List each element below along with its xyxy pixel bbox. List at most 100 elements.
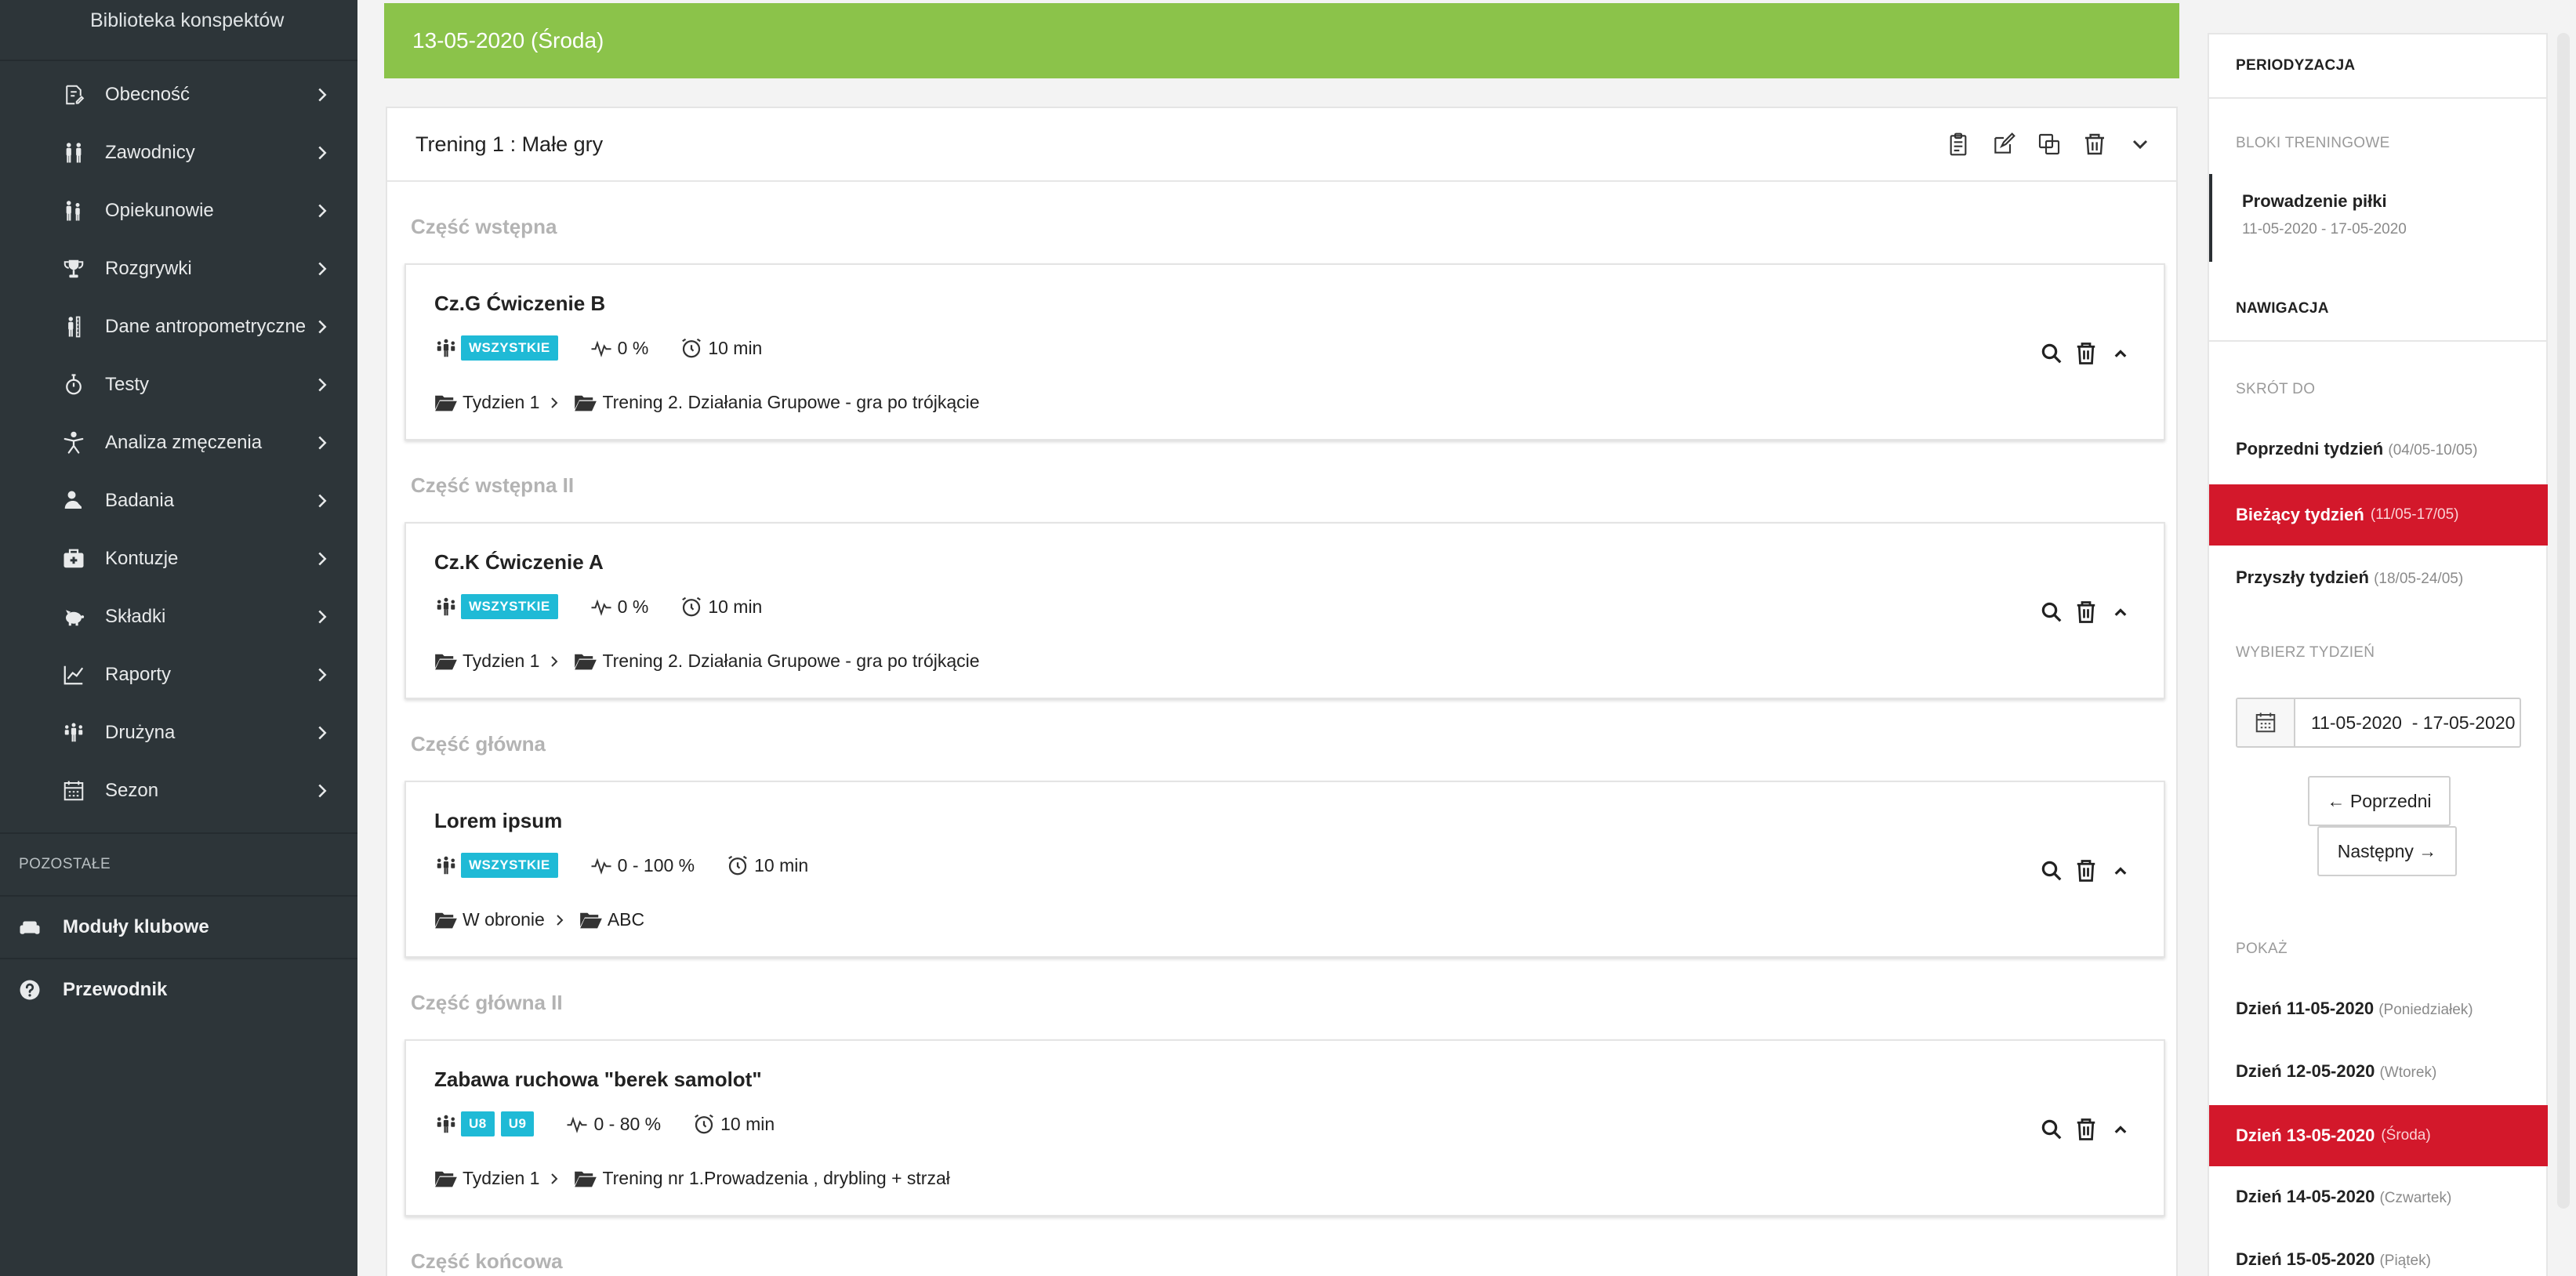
path-folder[interactable]: Trening nr 1.Prowadzenia , drybling + st… xyxy=(602,1168,949,1189)
training-title: Trening 1 : Małe gry xyxy=(415,132,604,156)
intensity-value: 0 % xyxy=(617,337,649,358)
anthropometry-icon xyxy=(60,313,88,341)
path-folder[interactable]: ABC xyxy=(608,909,644,930)
chevron-up-icon[interactable] xyxy=(2109,342,2132,365)
sidebar-item-guide[interactable]: Przewodnik xyxy=(0,958,357,1020)
chevron-up-icon[interactable] xyxy=(2109,1118,2132,1141)
exercise-path: W obronie ABC xyxy=(434,909,644,930)
chevron-right-icon xyxy=(551,655,558,667)
copy-icon[interactable] xyxy=(2037,132,2062,157)
chevron-right-icon xyxy=(318,726,327,740)
next-week-range: (18/05-24/05) xyxy=(2374,571,2464,587)
day-link[interactable]: Dzień 12-05-2020 (Wtorek) xyxy=(2236,1061,2436,1082)
sidebar-item-obecnosc[interactable]: Obecność xyxy=(0,66,357,124)
sidebar-item-label: Moduły klubowe xyxy=(63,916,209,937)
sidebar-item-club-modules[interactable]: Moduły klubowe xyxy=(0,895,357,958)
next-week-link[interactable]: Przyszły tydzień (18/05-24/05) xyxy=(2236,567,2463,588)
day-link[interactable]: Dzień 14-05-2020 (Czwartek) xyxy=(2236,1187,2451,1207)
sidebar-item-raporty[interactable]: Raporty xyxy=(0,646,357,704)
sidebar-item-analiza-zmeczenia[interactable]: Analiza zmęczenia xyxy=(0,414,357,472)
sidebar-item-druzyna[interactable]: Drużyna xyxy=(0,704,357,762)
section-title: Część wstępna xyxy=(411,215,557,238)
section-title: Część wstępna II xyxy=(411,473,575,497)
sidebar-item-opiekunowie[interactable]: Opiekunowie xyxy=(0,182,357,240)
clipboard-icon[interactable] xyxy=(1946,132,1971,157)
duration-value: 10 min xyxy=(754,854,809,875)
sidebar-item-zawodnicy[interactable]: Zawodnicy xyxy=(0,124,357,182)
search-icon[interactable] xyxy=(2040,859,2063,883)
prev-week-button[interactable]: ← Poprzedni xyxy=(2308,776,2451,826)
sidebar-section-other: POZOSTAŁE xyxy=(19,856,111,872)
exercise-title[interactable]: Cz.K Ćwiczenie A xyxy=(434,550,604,575)
delete-icon[interactable] xyxy=(2074,1118,2098,1141)
chevron-up-icon[interactable] xyxy=(2109,859,2132,883)
group-badge: WSZYSTKIE xyxy=(461,853,558,878)
current-week-link[interactable]: Bieżący tydzień (11/05-17/05) xyxy=(2209,484,2548,546)
day-link[interactable]: Dzień 11-05-2020 (Poniedziałek) xyxy=(2236,999,2473,1019)
search-icon[interactable] xyxy=(2040,342,2063,365)
sidebar-item-badania[interactable]: Badania xyxy=(0,472,357,530)
training-block-range: 11-05-2020 - 17-05-2020 xyxy=(2242,221,2407,237)
delete-icon[interactable] xyxy=(2082,132,2107,157)
week-picker[interactable] xyxy=(2236,698,2521,748)
calendar-icon[interactable] xyxy=(2237,699,2295,746)
chevron-up-icon[interactable] xyxy=(2109,600,2132,624)
prev-week-link[interactable]: Poprzedni tydzień (04/05-10/05) xyxy=(2236,439,2477,459)
training-block-name: Prowadzenie piłki xyxy=(2242,191,2387,211)
edit-icon[interactable] xyxy=(1991,132,2016,157)
piggy-bank-icon xyxy=(60,603,88,631)
path-folder[interactable]: Trening 2. Działania Grupowe - gra po tr… xyxy=(602,651,979,672)
delete-icon[interactable] xyxy=(2074,859,2098,883)
exercise-card: Lorem ipsum WSZYSTKIE 0 - 100 % 10 min W… xyxy=(405,781,2165,958)
search-icon[interactable] xyxy=(2040,1118,2063,1141)
day-link[interactable]: Dzień 15-05-2020 (Piątek) xyxy=(2236,1249,2431,1270)
path-folder[interactable]: Tydzien 1 xyxy=(463,392,539,413)
sidebar-item-rozgrywki[interactable]: Rozgrywki xyxy=(0,240,357,298)
folder-open-icon xyxy=(435,654,457,669)
sofa-icon xyxy=(16,913,44,941)
sidebar-item-testy[interactable]: Testy xyxy=(0,356,357,414)
chevron-right-icon xyxy=(318,320,327,334)
chevron-right-icon xyxy=(551,397,558,408)
path-folder[interactable]: W obronie xyxy=(463,909,545,930)
group-badge: WSZYSTKIE xyxy=(461,335,558,361)
chevron-down-icon[interactable] xyxy=(2128,132,2153,157)
show-label: POKAŻ xyxy=(2236,941,2288,957)
path-folder[interactable]: Tydzien 1 xyxy=(463,651,539,672)
exercise-title[interactable]: Cz.G Ćwiczenie B xyxy=(434,292,605,316)
path-folder[interactable]: Tydzien 1 xyxy=(463,1168,539,1189)
research-icon xyxy=(60,487,88,515)
sidebar-brand[interactable]: Biblioteka konspektów xyxy=(0,0,357,61)
training-block[interactable]: Prowadzenie piłki 11-05-2020 - 17-05-202… xyxy=(2209,174,2548,262)
day-label: Dzień 13-05-2020 xyxy=(2236,1126,2375,1145)
sidebar-item-label: Dane antropometryczne xyxy=(105,316,307,337)
sidebar-item-label: Przewodnik xyxy=(63,979,168,1000)
training-header: Trening 1 : Małe gry xyxy=(387,108,2176,182)
exercise-title[interactable]: Lorem ipsum xyxy=(434,809,562,833)
duration-value: 10 min xyxy=(708,337,763,358)
team-icon xyxy=(437,1115,455,1133)
scrollbar[interactable] xyxy=(2557,33,2570,1209)
day-weekday: (Piątek) xyxy=(2379,1252,2431,1269)
stopwatch-icon xyxy=(60,371,88,399)
prev-week-range: (04/05-10/05) xyxy=(2388,442,2478,459)
delete-icon[interactable] xyxy=(2074,600,2098,624)
exercise-tools xyxy=(2040,859,2132,883)
day-link-active[interactable]: Dzień 13-05-2020 (Środa) xyxy=(2209,1105,2548,1166)
sidebar-item-dane-antropometryczne[interactable]: Dane antropometryczne xyxy=(0,298,357,356)
sidebar-item-sezon[interactable]: Sezon xyxy=(0,762,357,820)
delete-icon[interactable] xyxy=(2074,342,2098,365)
sidebar-item-kontuzje[interactable]: Kontuzje xyxy=(0,530,357,588)
folder-open-icon xyxy=(575,654,597,669)
attendance-icon xyxy=(60,81,88,109)
day-label: Dzień 14-05-2020 xyxy=(2236,1187,2375,1206)
heartbeat-icon xyxy=(591,599,611,616)
exercise-title[interactable]: Zabawa ruchowa "berek samolot" xyxy=(434,1068,762,1092)
week-range-input[interactable] xyxy=(2295,712,2515,734)
next-week-button[interactable]: Następny → xyxy=(2317,826,2457,876)
search-icon[interactable] xyxy=(2040,600,2063,624)
sidebar-item-skladki[interactable]: Składki xyxy=(0,588,357,646)
periodization-panel: PERIODYZACJA BLOKI TRENINGOWE Prowadzeni… xyxy=(2208,33,2548,1276)
folder-open-icon xyxy=(579,912,602,928)
path-folder[interactable]: Trening 2. Działania Grupowe - gra po tr… xyxy=(602,392,979,413)
